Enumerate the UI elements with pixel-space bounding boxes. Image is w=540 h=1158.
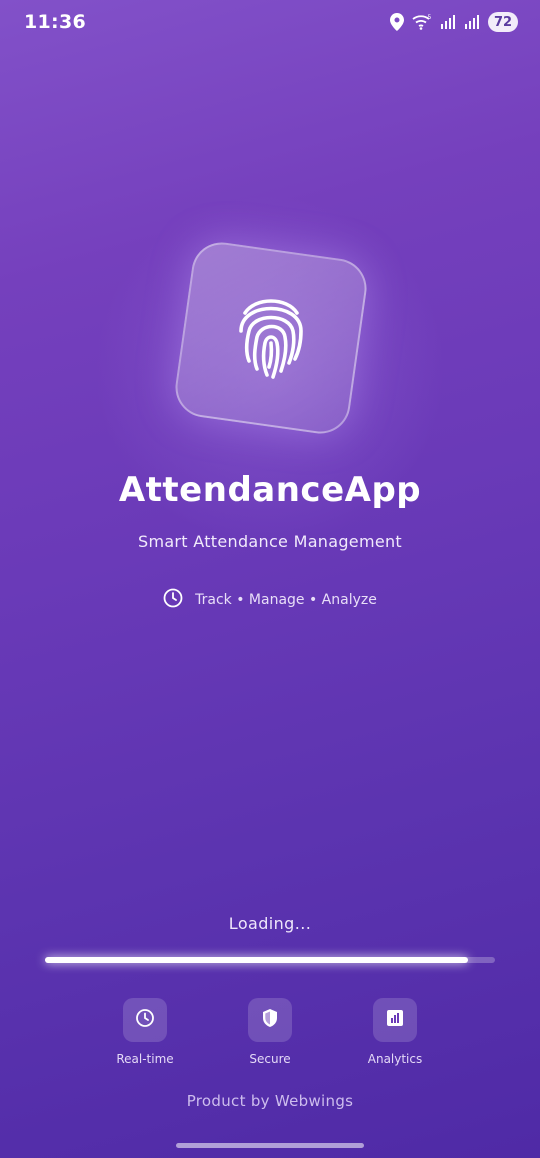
feature-label: Secure [249, 1052, 291, 1066]
svg-text:5: 5 [428, 14, 432, 21]
feature-secure: Secure [233, 998, 308, 1066]
battery-indicator: 72 [488, 12, 518, 32]
tagline: Track • Manage • Analyze [0, 588, 540, 612]
feature-row: Real-time Secure Analytics [0, 998, 540, 1066]
bar-chart-icon [386, 1009, 404, 1031]
feature-realtime: Real-time [108, 998, 183, 1066]
feature-icon-box [373, 998, 417, 1042]
app-title: AttendanceApp [118, 470, 422, 510]
loading-progress-fill [45, 957, 468, 963]
feature-label: Analytics [367, 1052, 423, 1066]
feature-icon-box [248, 998, 292, 1042]
status-bar: 11:36 5 72 [0, 0, 540, 46]
clock-icon [163, 588, 183, 612]
tagline-text: Track • Manage • Analyze [195, 592, 377, 608]
status-icons: 5 72 [390, 12, 518, 32]
clock-icon [135, 1008, 155, 1032]
app-subtitle: Smart Attendance Management [137, 532, 402, 551]
wifi-icon: 5 [412, 14, 432, 30]
signal-icon [464, 14, 480, 30]
status-time: 11:36 [24, 11, 86, 33]
home-indicator[interactable] [176, 1143, 364, 1148]
signal-icon [440, 14, 456, 30]
location-icon [390, 13, 404, 31]
feature-analytics: Analytics [358, 998, 433, 1066]
feature-label: Real-time [116, 1052, 174, 1066]
loading-progress-bar [45, 957, 495, 963]
shield-icon [261, 1008, 279, 1032]
fingerprint-icon [235, 291, 307, 385]
feature-icon-box [123, 998, 167, 1042]
app-logo [171, 238, 371, 438]
footer-credit: Product by Webwings [186, 1092, 354, 1110]
loading-label: Loading... [228, 914, 312, 933]
